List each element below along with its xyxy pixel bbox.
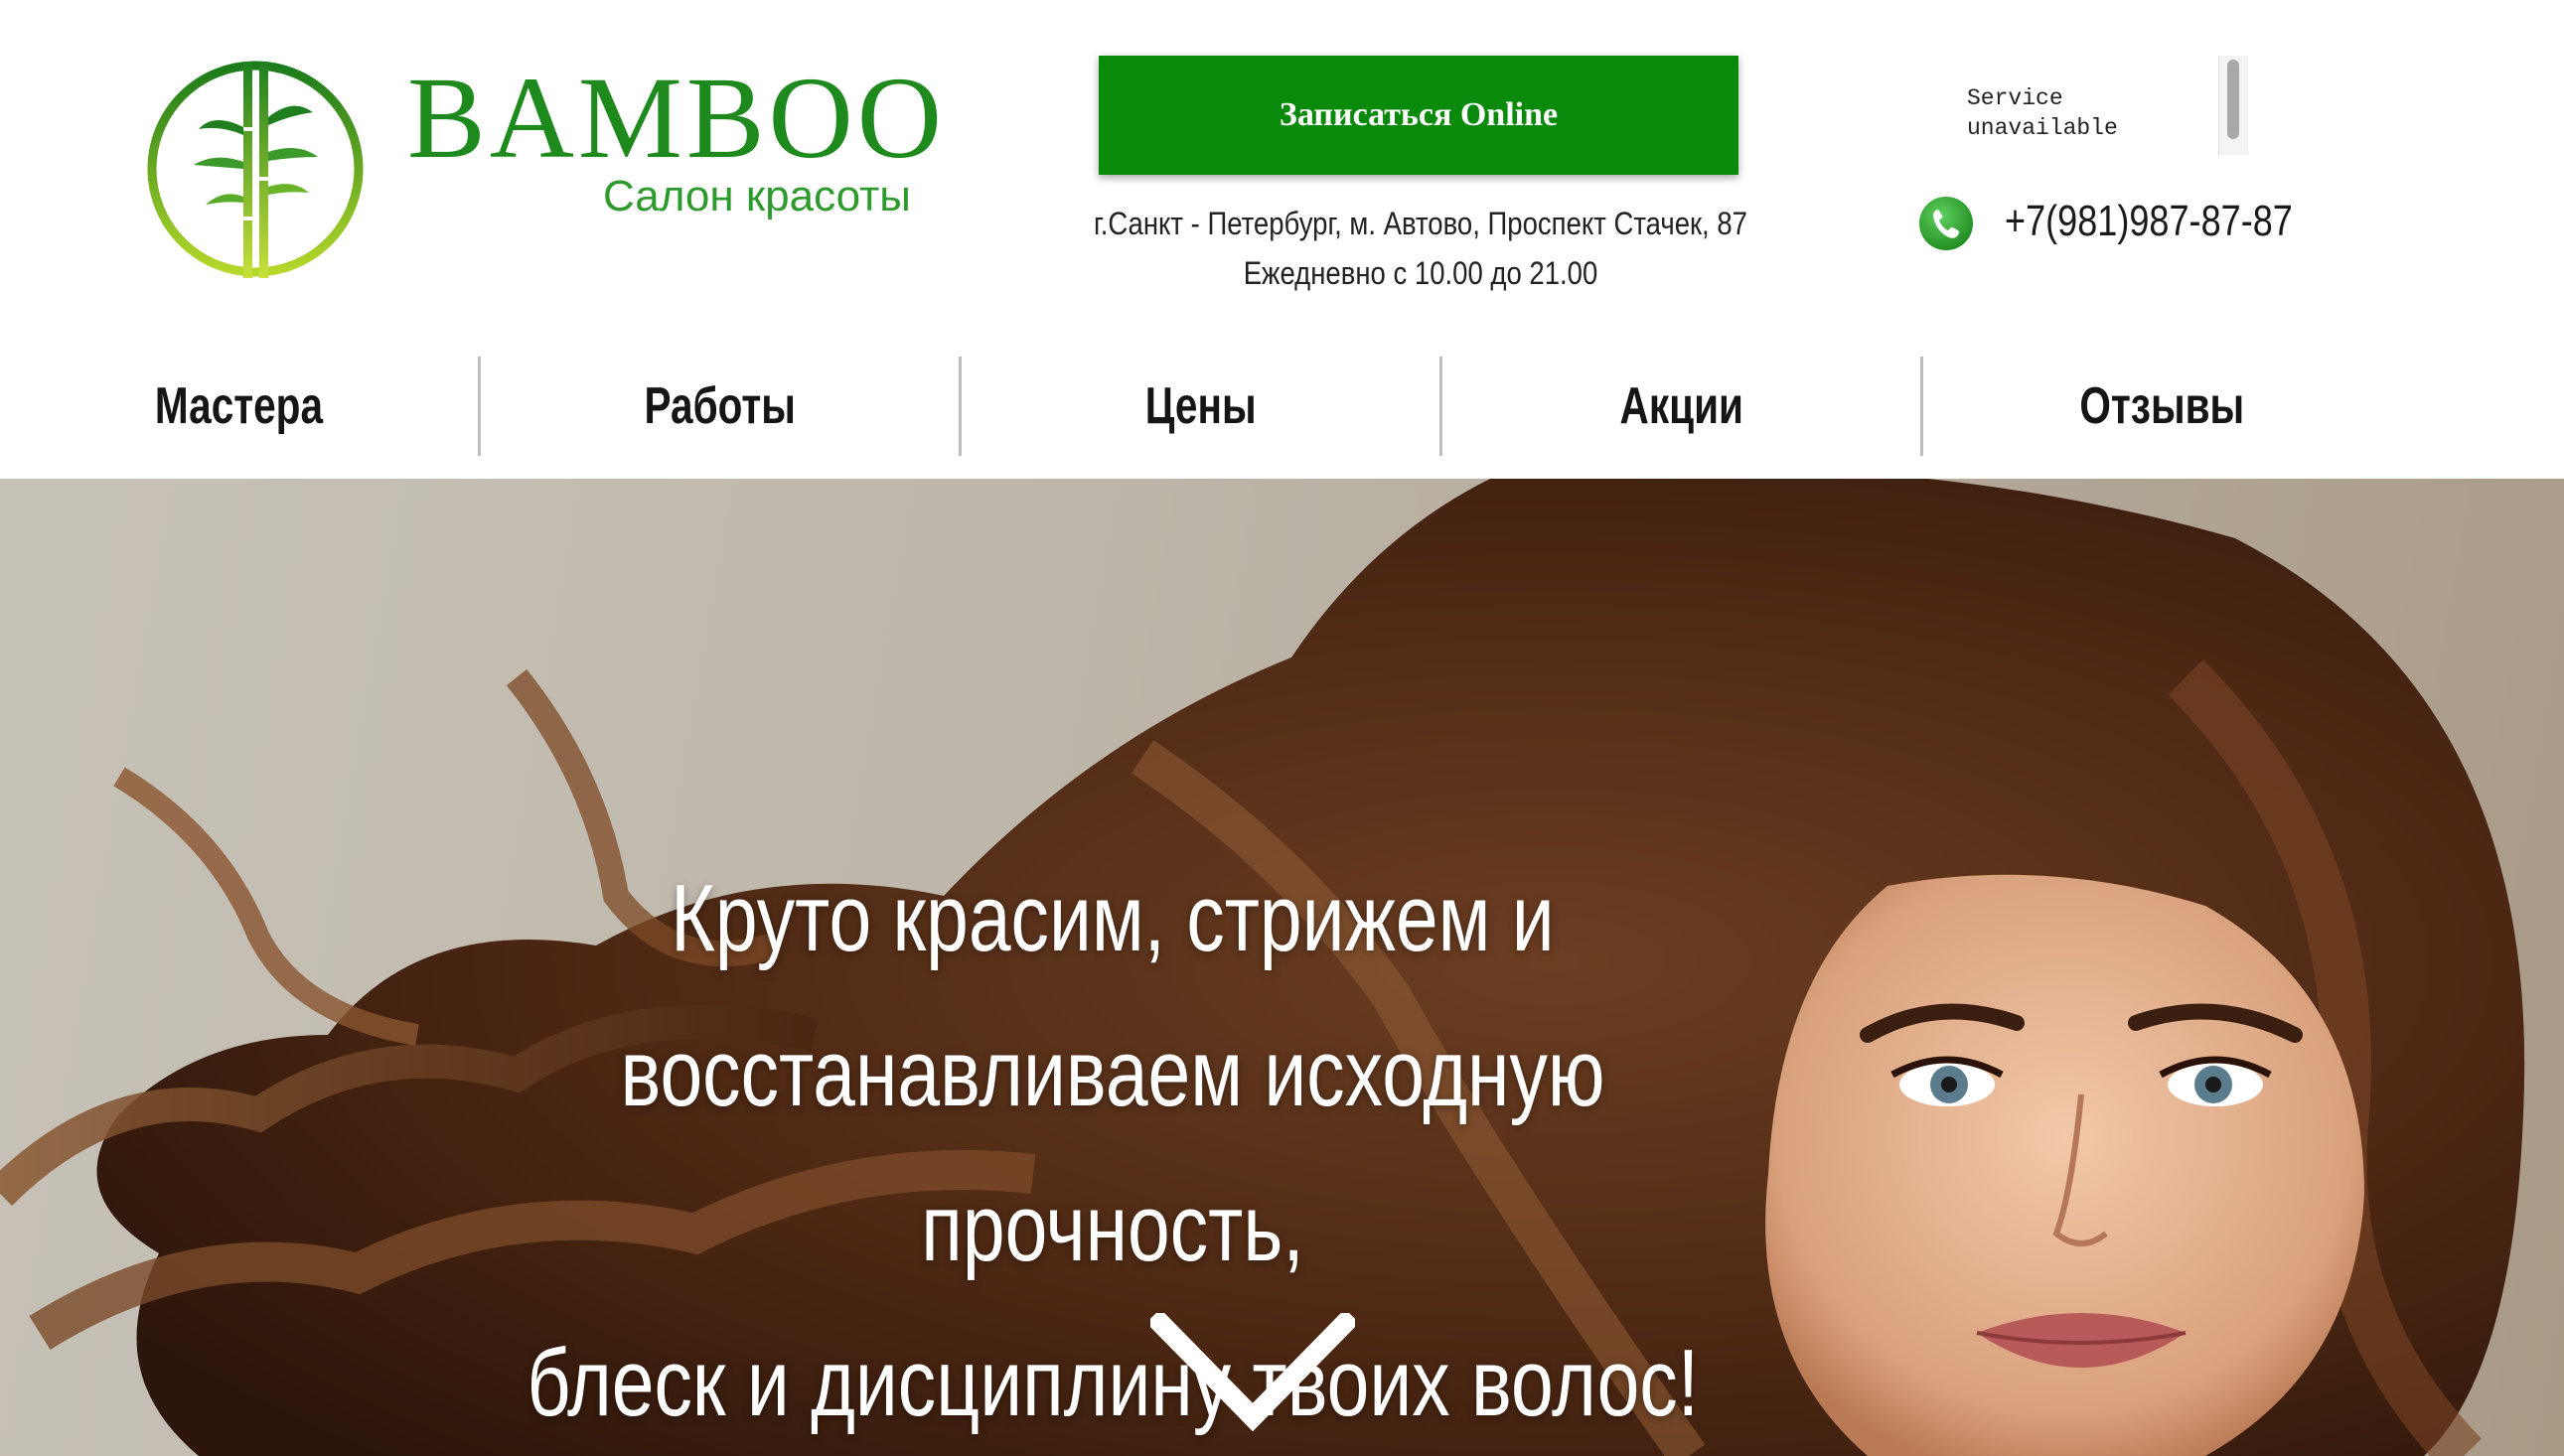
nav-item-label: Цены — [1144, 377, 1257, 435]
nav-item-works[interactable]: Работы — [481, 354, 959, 459]
bamboo-logo-icon[interactable] — [144, 58, 368, 281]
nav-item-label: Мастера — [154, 377, 324, 435]
widget-scrollbar[interactable] — [2218, 56, 2248, 155]
widget-error-message: Service unavailable — [1967, 83, 2118, 143]
brand-tagline: Салон красоты — [603, 172, 911, 220]
nav-item-label: Акции — [1619, 377, 1743, 435]
hero-headline-line: восстанавливаем исходную прочность, — [620, 1020, 1605, 1281]
hero-headline-line: Круто красим, стрижем и — [671, 865, 1555, 971]
site-header: BAMBOO Салон красоты Записаться Online г… — [0, 0, 2564, 479]
nav-item-label: Работы — [644, 377, 796, 435]
hero-headline-line: блеск и дисциплину твоих волос! — [527, 1330, 1699, 1436]
main-nav: Мастера Работы Цены Акции Отзывы — [0, 354, 2564, 459]
hero-banner: Круто красим, стрижем и восстанавливаем … — [0, 479, 2564, 1456]
phone-number[interactable]: +7(981)987-87-87 — [2005, 197, 2293, 246]
nav-item-promotions[interactable]: Акции — [1442, 354, 1920, 459]
widget-scrollbar-thumb[interactable] — [2227, 60, 2239, 139]
opening-hours: Ежедневно с 10.00 до 21.00 — [1243, 255, 1598, 291]
nav-item-label: Отзывы — [2079, 377, 2245, 435]
widget-error-line: Service — [1967, 85, 2063, 111]
widget-error-line: unavailable — [1967, 115, 2118, 141]
phone-icon[interactable] — [1917, 195, 1975, 252]
book-online-button[interactable]: Записаться Online — [1099, 56, 1738, 175]
brand-name[interactable]: BAMBOO — [407, 60, 946, 177]
address-text: г.Санкт - Петербург, м. Автово, Проспект… — [1094, 206, 1747, 241]
nav-item-reviews[interactable]: Отзывы — [1923, 354, 2401, 459]
hero-headline: Круто красим, стрижем и восстанавливаем … — [328, 841, 1897, 1456]
nav-item-masters[interactable]: Мастера — [0, 354, 478, 459]
chevron-down-icon[interactable] — [1150, 1313, 1355, 1436]
address-block: г.Санкт - Петербург, м. Автово, Проспект… — [1053, 199, 1788, 298]
nav-item-prices[interactable]: Цены — [962, 354, 1439, 459]
